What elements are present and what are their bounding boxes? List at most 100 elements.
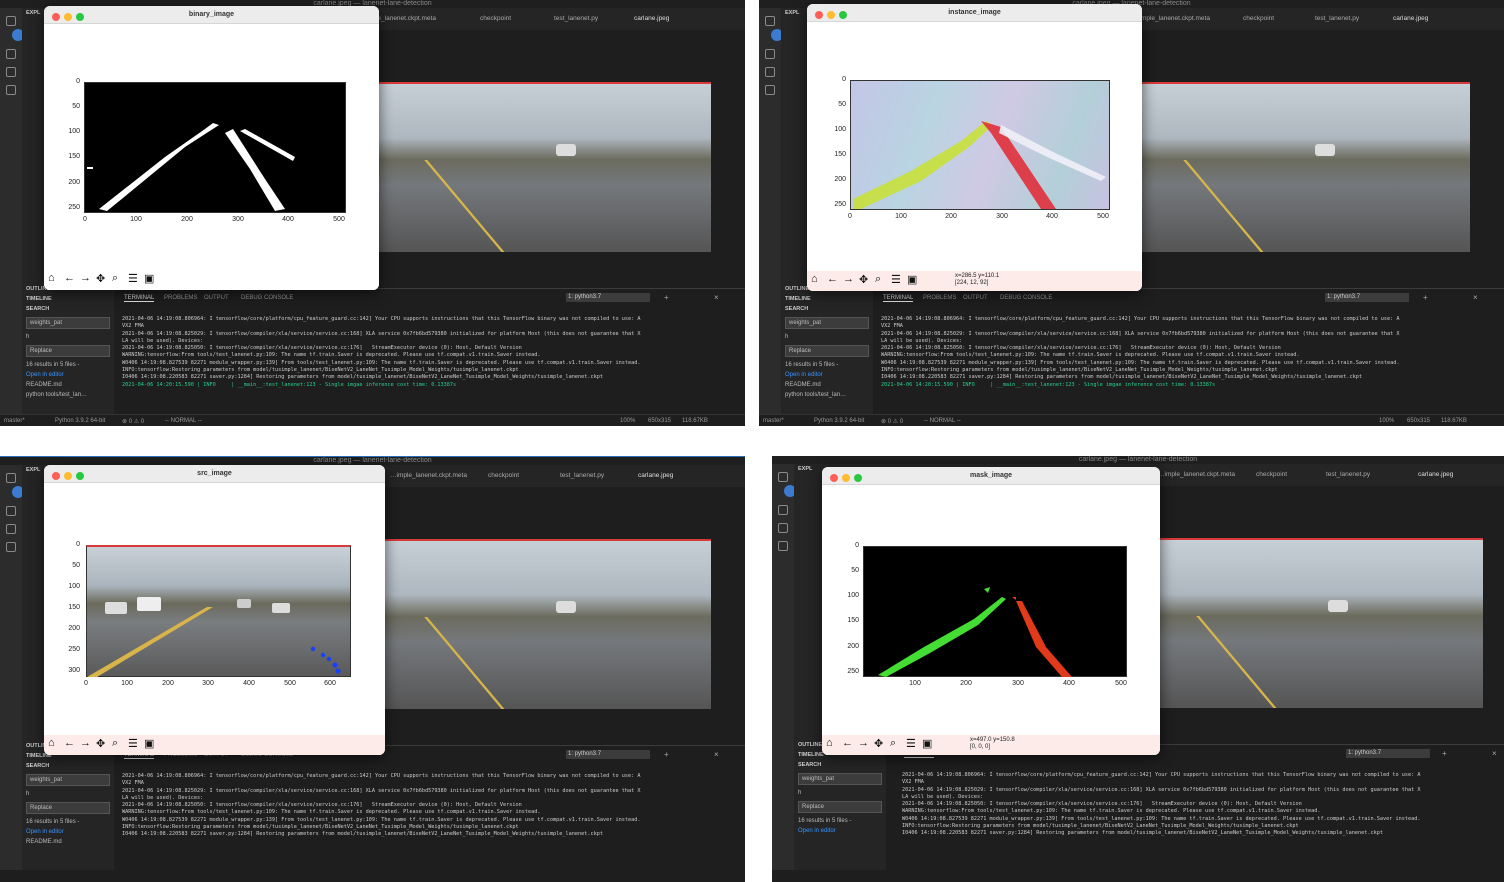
mask-window-titlebar[interactable]: mask_image — [822, 467, 1160, 485]
timeline-section[interactable]: TIMELINE — [22, 294, 114, 304]
binary-window-titlebar[interactable]: binary_image — [44, 6, 379, 24]
tab-terminal[interactable]: TERMINAL — [124, 295, 155, 302]
tab-problems[interactable]: PROBLEMS — [164, 295, 197, 301]
home-icon[interactable]: ⌂ — [826, 737, 833, 749]
search-input[interactable]: weights_pat — [26, 774, 110, 786]
timeline-section[interactable]: TIMELINE — [781, 294, 873, 304]
search-section[interactable]: SEARCH — [794, 760, 886, 770]
instance-image-window[interactable]: instance_image 0 50 100 150 200 250 0 100 200 30… — [807, 4, 1142, 291]
tab-ckpt-meta[interactable]: …imple_lanenet.ckpt.meta — [1133, 15, 1210, 22]
readme-item[interactable]: README.md — [22, 837, 114, 847]
back-icon[interactable]: ← — [64, 737, 75, 749]
home-icon[interactable]: ⌂ — [811, 273, 818, 285]
terminal-select[interactable]: 1: python3.7 — [566, 293, 650, 302]
files-icon[interactable] — [765, 16, 775, 26]
add-terminal-icon[interactable]: + — [1423, 293, 1428, 302]
pan-icon[interactable]: ✥ — [96, 272, 105, 285]
zoom-icon[interactable]: ⌕ — [875, 273, 881, 286]
configure-icon[interactable]: ☰ — [906, 737, 916, 750]
problems-count[interactable]: ⊗ 0 ⚠ 0 — [881, 418, 903, 425]
extensions-icon[interactable] — [6, 542, 16, 552]
tab-test-lanenet[interactable]: test_lanenet.py — [1315, 15, 1359, 22]
replace-input[interactable]: Replace — [26, 345, 110, 357]
files-icon[interactable] — [778, 472, 788, 482]
files-icon[interactable] — [6, 473, 16, 483]
python-interpreter[interactable]: Python 3.9.2 64-bit — [814, 418, 864, 424]
debug-icon[interactable] — [6, 67, 16, 77]
configure-icon[interactable]: ☰ — [128, 272, 138, 285]
tab-debug-console[interactable]: DEBUG CONSOLE — [241, 295, 293, 301]
git-branch[interactable]: master* — [4, 418, 25, 424]
home-icon[interactable]: ⌂ — [48, 737, 55, 749]
tab-carlane[interactable]: carlane.jpeg — [1418, 471, 1453, 478]
tab-debug-console[interactable]: DEBUG CONSOLE — [1000, 295, 1052, 301]
pan-icon[interactable]: ✥ — [96, 737, 105, 750]
search-input[interactable]: weights_pat — [785, 317, 869, 329]
back-icon[interactable]: ← — [827, 273, 838, 285]
minimize-button[interactable] — [842, 474, 850, 482]
instance-window-titlebar[interactable]: instance_image — [807, 4, 1142, 22]
close-panel-icon[interactable]: × — [1473, 293, 1478, 302]
forward-icon[interactable]: → — [80, 272, 91, 284]
instance-plot[interactable] — [850, 80, 1110, 210]
search-section[interactable]: SEARCH — [22, 304, 114, 314]
tab-problems[interactable]: PROBLEMS — [923, 295, 956, 301]
problems-count[interactable]: ⊗ 0 ⚠ 0 — [122, 418, 144, 425]
src-image-window[interactable]: src_image 0 50 100 150 200 250 300 0 100 200 300 4… — [44, 465, 385, 755]
tab-carlane[interactable]: carlane.jpeg — [638, 472, 673, 479]
readme-item[interactable]: README.md — [22, 380, 114, 390]
close-button[interactable] — [815, 11, 823, 19]
add-terminal-icon[interactable]: + — [664, 293, 669, 302]
save-icon[interactable]: ▣ — [144, 272, 154, 285]
extensions-icon[interactable] — [765, 85, 775, 95]
zoom-button[interactable] — [854, 474, 862, 482]
replace-input[interactable]: Replace — [785, 345, 869, 357]
extensions-icon[interactable] — [778, 541, 788, 551]
zoom-icon[interactable]: ⌕ — [112, 272, 118, 285]
back-icon[interactable]: ← — [842, 737, 853, 749]
search-section[interactable]: SEARCH — [781, 304, 873, 314]
open-in-editor-link[interactable]: Open in editor — [781, 370, 873, 380]
search-input[interactable]: weights_pat — [26, 317, 110, 329]
tab-test-lanenet[interactable]: test_lanenet.py — [1326, 471, 1370, 478]
configure-icon[interactable]: ☰ — [128, 737, 138, 750]
zoom-button[interactable] — [76, 472, 84, 480]
minimize-button[interactable] — [827, 11, 835, 19]
tab-checkpoint[interactable]: checkpoint — [1243, 15, 1274, 22]
search-icon[interactable] — [765, 49, 775, 59]
forward-icon[interactable]: → — [858, 737, 869, 749]
tab-carlane[interactable]: carlane.jpeg — [1393, 15, 1428, 22]
tab-output[interactable]: OUTPUT — [963, 295, 988, 301]
close-button[interactable] — [830, 474, 838, 482]
search-icon[interactable] — [6, 49, 16, 59]
files-icon[interactable] — [6, 16, 16, 26]
terminal-select[interactable]: 1: python3.7 — [1325, 293, 1409, 302]
search-input[interactable]: weights_pat — [798, 773, 882, 785]
save-icon[interactable]: ▣ — [144, 737, 154, 750]
replace-input[interactable]: Replace — [26, 802, 110, 814]
debug-icon[interactable] — [765, 67, 775, 77]
zoom-button[interactable] — [76, 13, 84, 21]
git-branch[interactable]: master* — [763, 418, 784, 424]
command-item[interactable]: python tools/test_lan… — [781, 390, 873, 400]
extensions-icon[interactable] — [6, 85, 16, 95]
tab-test-lanenet[interactable]: test_lanenet.py — [560, 472, 604, 479]
close-panel-icon[interactable]: × — [1492, 749, 1497, 758]
mask-image-window[interactable]: mask_image 0 50 100 150 200 250 100 200 300 400 5… — [822, 467, 1160, 755]
forward-icon[interactable]: → — [80, 737, 91, 749]
readme-item[interactable]: README.md — [781, 380, 873, 390]
src-window-titlebar[interactable]: src_image — [44, 465, 385, 483]
terminal-select[interactable]: 1: python3.7 — [1346, 749, 1430, 758]
replace-input[interactable]: Replace — [798, 801, 882, 813]
tab-checkpoint[interactable]: checkpoint — [480, 15, 511, 22]
tab-test-lanenet[interactable]: test_lanenet.py — [554, 15, 598, 22]
tab-checkpoint[interactable]: checkpoint — [1256, 471, 1287, 478]
tab-output[interactable]: OUTPUT — [204, 295, 229, 301]
tab-checkpoint[interactable]: checkpoint — [488, 472, 519, 479]
tab-carlane[interactable]: carlane.jpeg — [634, 15, 669, 22]
command-item[interactable]: python tools/test_lan… — [22, 390, 114, 400]
tab-ckpt-meta[interactable]: …imple_lanenet.ckpt.meta — [1158, 471, 1235, 478]
open-in-editor-link[interactable]: Open in editor — [22, 827, 114, 837]
home-icon[interactable]: ⌂ — [48, 272, 55, 284]
add-terminal-icon[interactable]: + — [664, 750, 669, 759]
